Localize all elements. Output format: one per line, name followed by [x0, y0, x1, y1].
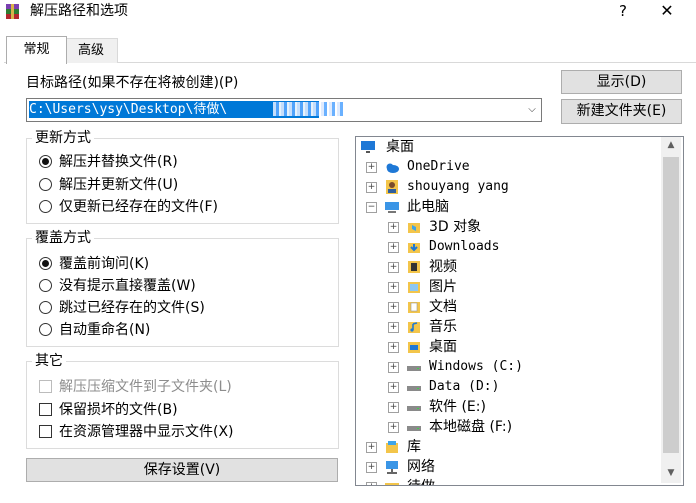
folder-tree[interactable]: 桌面 + OneDrive + shouyang yang − 此电脑 + 3D…: [355, 136, 684, 486]
option-label: 解压压缩文件到子文件夹(L): [59, 379, 232, 395]
option-label: 保留损坏的文件(B): [59, 402, 178, 418]
checkbox[interactable]: [39, 403, 52, 416]
option-label: 自动重命名(N): [59, 322, 151, 338]
option-label: 仅更新已经存在的文件(F): [59, 199, 218, 215]
help-button[interactable]: ?: [612, 0, 634, 22]
radio-button[interactable]: [39, 178, 52, 191]
scroll-thumb[interactable]: [663, 157, 679, 453]
tree-item-label: 图片: [429, 279, 457, 295]
tree-item-label: 音乐: [429, 319, 457, 335]
expand-icon[interactable]: +: [388, 402, 399, 413]
radio-button[interactable]: [39, 155, 52, 168]
expand-icon[interactable]: +: [388, 322, 399, 333]
expand-icon[interactable]: +: [388, 242, 399, 253]
radio-button[interactable]: [39, 323, 52, 336]
expand-icon[interactable]: +: [388, 342, 399, 353]
desktop-folder-icon: [408, 342, 420, 353]
expand-icon[interactable]: +: [388, 362, 399, 373]
close-button[interactable]: ✕: [655, 0, 679, 22]
expand-icon[interactable]: +: [388, 222, 399, 233]
radio-button[interactable]: [39, 200, 52, 213]
save-settings-button[interactable]: 保存设置(V): [26, 458, 338, 482]
scroll-up-icon[interactable]: ▲: [661, 137, 681, 154]
misc-title: 其它: [32, 353, 66, 369]
tree-item-label: 网络: [407, 459, 435, 475]
tree-item-label: Windows (C:): [429, 359, 523, 374]
option-label: 解压并替换文件(R): [59, 154, 178, 170]
expand-icon[interactable]: +: [388, 302, 399, 313]
cloud-icon: [386, 163, 399, 173]
downloads-icon: [408, 243, 420, 253]
option-label: 覆盖前询问(K): [59, 256, 150, 272]
tree-item-label: 此电脑: [407, 199, 449, 215]
expand-icon[interactable]: +: [366, 462, 377, 473]
checkbox[interactable]: [39, 380, 52, 393]
tab-general[interactable]: 常规: [6, 36, 67, 64]
user-icon: [386, 180, 398, 194]
option-label: 解压并更新文件(U): [59, 177, 179, 193]
misc-group: 解压压缩文件到子文件夹(L) 保留损坏的文件(B) 在资源管理器中显示文件(X): [26, 361, 339, 449]
drive-icon: [407, 406, 421, 411]
update-mode-group: 解压并替换文件(R) 解压并更新文件(U) 仅更新已经存在的文件(F): [26, 138, 339, 224]
tree-item-label: 桌面: [429, 339, 457, 355]
tree-item-label: 本地磁盘 (F:): [429, 419, 513, 435]
expand-icon[interactable]: +: [388, 382, 399, 393]
radio-button[interactable]: [39, 257, 52, 270]
new-folder-button[interactable]: 新建文件夹(E): [561, 99, 682, 124]
checkbox[interactable]: [39, 425, 52, 438]
redacted-path-segment: [273, 102, 343, 116]
library-icon: [386, 441, 398, 453]
drive-icon: [407, 366, 421, 371]
network-icon: [386, 461, 398, 474]
overwrite-mode-group: 覆盖前询问(K) 没有提示直接覆盖(W) 跳过已经存在的文件(S) 自动重命名(…: [26, 238, 339, 347]
path-label: 目标路径(如果不存在将被创建)(P): [26, 75, 239, 91]
update-mode-title: 更新方式: [32, 130, 94, 146]
collapse-icon[interactable]: −: [366, 202, 377, 213]
expand-icon[interactable]: +: [366, 442, 377, 453]
expand-icon[interactable]: +: [366, 162, 377, 173]
music-icon: [408, 322, 420, 333]
computer-icon: [385, 202, 399, 213]
tree-item-label: Downloads: [429, 239, 500, 254]
winrar-app-icon: [6, 4, 19, 19]
radio-button[interactable]: [39, 279, 52, 292]
drive-icon: [407, 386, 421, 391]
tree-item-label: 桌面: [386, 139, 414, 155]
scroll-down-icon[interactable]: ▼: [661, 465, 681, 482]
documents-icon: [408, 302, 420, 313]
tree-item-label: OneDrive: [407, 159, 470, 174]
option-label: 在资源管理器中显示文件(X): [59, 424, 234, 440]
tab-advanced[interactable]: 高级: [64, 38, 118, 63]
drive-icon: [407, 426, 421, 431]
window-title: 解压路径和选项: [30, 3, 128, 19]
option-label: 没有提示直接覆盖(W): [59, 278, 196, 294]
tree-item-label: 文档: [429, 299, 457, 315]
overwrite-mode-title: 覆盖方式: [32, 230, 94, 246]
desktop-icon: [361, 141, 375, 153]
chevron-down-icon[interactable]: ⌵: [523, 99, 541, 121]
3d-objects-icon: [408, 223, 420, 233]
pictures-icon: [408, 282, 420, 293]
expand-icon[interactable]: +: [366, 182, 377, 193]
tree-item-label: Data (D:): [429, 379, 500, 394]
option-label: 跳过已经存在的文件(S): [59, 300, 205, 316]
expand-icon[interactable]: +: [388, 282, 399, 293]
tree-item-label: shouyang yang: [407, 179, 509, 194]
tree-item-label: 视频: [429, 259, 457, 275]
video-icon: [408, 261, 420, 273]
expand-icon[interactable]: +: [388, 422, 399, 433]
expand-icon[interactable]: +: [366, 482, 377, 485]
folder-icon: [385, 483, 399, 485]
tree-item-label: 库: [407, 439, 421, 455]
expand-icon[interactable]: +: [388, 262, 399, 273]
radio-button[interactable]: [39, 301, 52, 314]
tree-item-label: 待做: [407, 477, 435, 485]
tree-item-label: 软件 (E:): [429, 399, 486, 415]
tree-item-label: 3D 对象: [429, 219, 482, 235]
path-combobox[interactable]: C:\Users\ysy\Desktop\待做\ ⌵: [26, 98, 542, 122]
show-button[interactable]: 显示(D): [561, 70, 682, 94]
